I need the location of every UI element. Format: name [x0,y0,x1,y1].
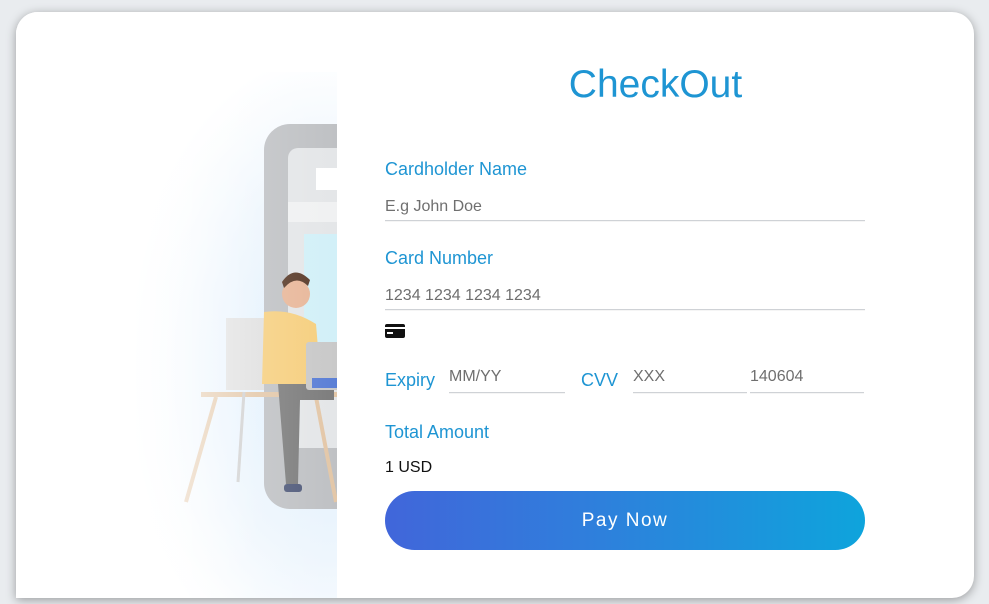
cvv-input[interactable] [633,364,747,393]
expiry-input[interactable] [449,364,565,393]
checkout-card: CheckOut Cardholder Name Card Number Exp… [16,12,974,598]
card-number-label: Card Number [385,248,494,268]
extra-input[interactable] [750,364,864,393]
page-title: CheckOut [568,63,743,106]
pay-now-button[interactable]: Pay Now [385,491,865,550]
cvv-label: CVV [581,370,619,390]
card-number-input[interactable] [385,286,865,310]
total-amount-value: 1 USD [385,459,433,476]
illustration-fade [16,12,337,598]
credit-card-icon [385,324,405,338]
checkout-illustration [16,12,337,598]
cardholder-name-input[interactable] [385,197,865,221]
total-amount-label: Total Amount [385,422,490,442]
expiry-label: Expiry [385,370,436,390]
cardholder-name-label: Cardholder Name [385,159,528,179]
